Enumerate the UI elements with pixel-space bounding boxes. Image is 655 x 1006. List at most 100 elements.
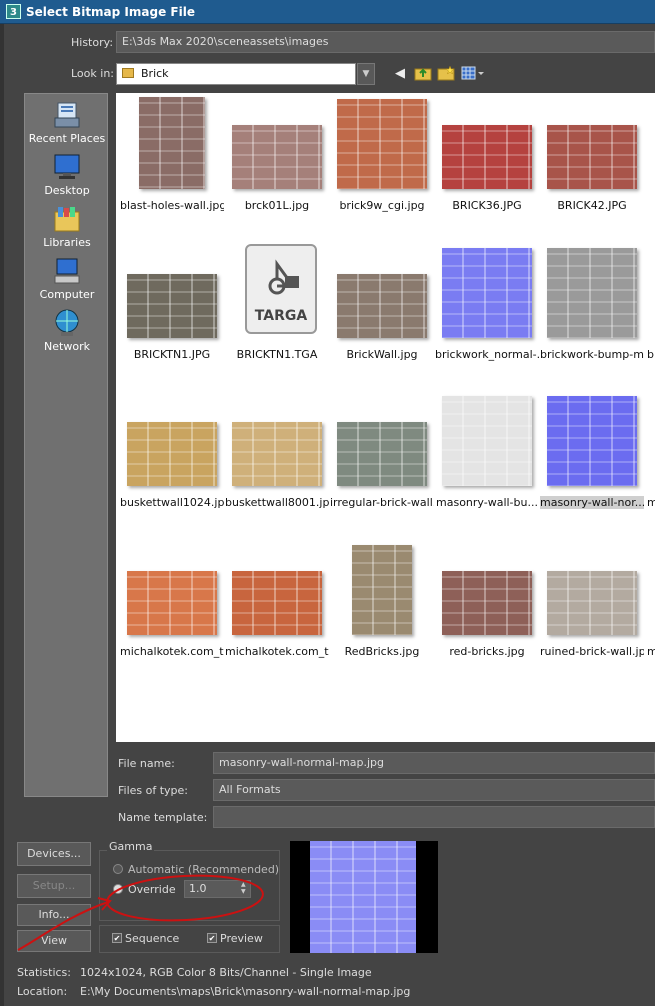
file-thumbnail (337, 274, 427, 338)
lookin-label: Look in: (71, 67, 114, 80)
file-name-label: RedBricks.jpg (344, 645, 420, 658)
file-name-label: brickwork-bump-m... (540, 348, 644, 361)
file-name-label: brick9w_cgi.jpg (339, 199, 425, 212)
filetype-dropdown[interactable]: All Formats (213, 779, 655, 801)
network-icon (52, 308, 82, 338)
place-network[interactable]: Network (25, 308, 109, 353)
computer-icon (52, 256, 82, 286)
back-arrow-icon[interactable]: ◀ (390, 64, 410, 84)
file-name-label: ruined-brick-wall.jpg (540, 645, 644, 658)
file-name-label: red-bricks.jpg (449, 645, 525, 658)
lookin-dropdown[interactable]: Brick (116, 63, 356, 85)
window-title: Select Bitmap Image File (26, 5, 195, 19)
image-preview (290, 841, 438, 953)
tga-file-icon: TARGA (245, 244, 317, 334)
place-label: Recent Places (28, 132, 106, 145)
preview-thumbnail (310, 841, 416, 953)
place-label: Computer (39, 288, 95, 301)
file-item[interactable]: buskettwall8001.jpg (225, 390, 329, 538)
place-label: Network (44, 340, 90, 353)
place-label: Desktop (44, 184, 90, 197)
file-list-view[interactable]: blast-holes-wall.jpg brck01L.jpg brick9w_c… (116, 93, 655, 742)
up-folder-icon[interactable] (413, 64, 433, 84)
file-thumbnail (547, 248, 637, 338)
place-computer[interactable]: Computer (25, 256, 109, 301)
annotation-circle (106, 874, 264, 922)
file-item[interactable]: blast-holes-wall.jpg (120, 93, 224, 241)
file-item[interactable]: BRICK42.JPG (540, 93, 644, 241)
file-thumbnail (442, 125, 532, 189)
file-item[interactable]: brickwork_normal-... (435, 242, 539, 390)
file-name-label: buskettwall8001.jpg (225, 496, 329, 509)
nametemplate-label: Name template: (118, 811, 208, 824)
nametemplate-input[interactable] (213, 806, 655, 828)
file-name-label: brickwork_normal-... (435, 348, 539, 361)
partial-file-label: m (647, 496, 655, 509)
file-item[interactable]: masonry-wall-bu... (435, 390, 539, 538)
file-thumbnail (232, 422, 322, 486)
place-libraries[interactable]: Libraries (25, 204, 109, 249)
statistics-value: 1024x1024, RGB Color 8 Bits/Channel - Si… (80, 966, 372, 979)
history-dropdown[interactable]: E:\3ds Max 2020\sceneassets\images (116, 31, 655, 53)
location-label: Location: (17, 985, 68, 998)
file-thumbnail (127, 422, 217, 486)
file-item[interactable]: michalkotek.com_t... (225, 539, 329, 687)
history-label: History: (71, 36, 114, 49)
file-thumbnail (442, 248, 532, 338)
file-item[interactable]: ruined-brick-wall.jpg (540, 539, 644, 687)
file-thumbnail (442, 396, 532, 486)
file-name-label: brck01L.jpg (244, 199, 310, 212)
file-item[interactable]: irregular-brick-wall... (330, 390, 434, 538)
file-name-label: michalkotek.com_t... (120, 645, 224, 658)
file-item[interactable]: RedBricks.jpg (330, 539, 434, 687)
file-item[interactable]: brickwork-bump-m... (540, 242, 644, 390)
file-name-label: BrickWall.jpg (346, 348, 418, 361)
file-item[interactable]: TARGA BRICKTN1.TGA (225, 242, 329, 390)
filename-input[interactable]: masonry-wall-normal-map.jpg (213, 752, 655, 774)
file-thumbnail (547, 396, 637, 486)
file-thumbnail (337, 99, 427, 189)
app-icon: 3 (6, 4, 21, 19)
file-item[interactable]: masonry-wall-nor... (540, 390, 644, 538)
lookin-dropdown-arrow[interactable]: ▼ (357, 63, 375, 85)
file-name-label: BRICK36.JPG (452, 199, 522, 212)
places-bar: Recent Places Desktop Libraries Computer… (24, 93, 108, 797)
file-name-label: BRICKTN1.JPG (133, 348, 211, 361)
partial-file-label: b (647, 348, 654, 361)
file-thumbnail (442, 571, 532, 635)
libraries-icon (52, 204, 82, 234)
file-thumbnail (139, 97, 205, 189)
file-item[interactable]: buskettwall1024.jpg (120, 390, 224, 538)
filetype-label: Files of type: (118, 784, 189, 797)
file-item[interactable]: michalkotek.com_t... (120, 539, 224, 687)
title-bar[interactable]: 3 Select Bitmap Image File (0, 0, 655, 24)
partial-file-label: m (647, 645, 655, 658)
recent-places-icon (52, 100, 82, 130)
file-item[interactable]: brck01L.jpg (225, 93, 329, 241)
file-item[interactable]: brick9w_cgi.jpg (330, 93, 434, 241)
folder-icon (122, 68, 134, 78)
file-thumbnail (547, 571, 637, 635)
file-name-label: buskettwall1024.jpg (120, 496, 224, 509)
new-folder-icon[interactable] (436, 64, 456, 84)
file-item[interactable]: BRICKTN1.JPG (120, 242, 224, 390)
file-item[interactable]: red-bricks.jpg (435, 539, 539, 687)
file-item[interactable]: BRICK36.JPG (435, 93, 539, 241)
file-thumbnail (337, 422, 427, 486)
file-thumbnail (232, 125, 322, 189)
place-recent-places[interactable]: Recent Places (25, 100, 109, 145)
file-thumbnail (127, 274, 217, 338)
file-name-label: BRICK42.JPG (557, 199, 627, 212)
place-desktop[interactable]: Desktop (25, 152, 109, 197)
file-name-label: BRICKTN1.TGA (236, 348, 318, 361)
file-name-label: irregular-brick-wall... (330, 496, 434, 509)
file-thumbnail (232, 571, 322, 635)
annotation-arrow (17, 901, 109, 951)
file-thumbnail (352, 545, 412, 635)
file-item[interactable]: BrickWall.jpg (330, 242, 434, 390)
view-menu-icon[interactable] (460, 64, 486, 84)
file-thumbnail (127, 571, 217, 635)
location-value: E:\My Documents\maps\Brick\masonry-wall-… (80, 985, 411, 998)
desktop-icon (52, 152, 82, 182)
file-name-label: masonry-wall-nor... (540, 496, 644, 509)
